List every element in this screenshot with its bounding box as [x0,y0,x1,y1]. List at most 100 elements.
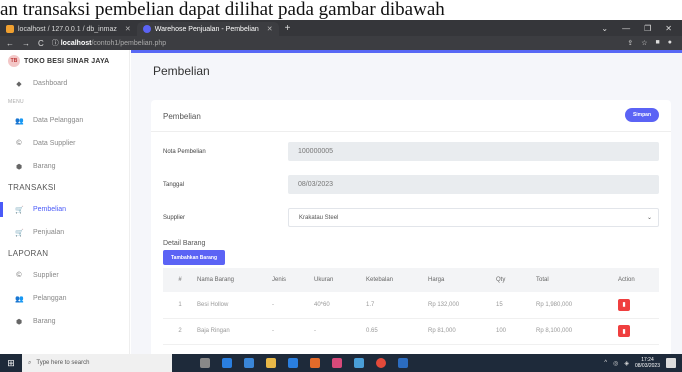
table-cell: Rp 132,000 [424,292,492,319]
dashboard-icon: ◆ [16,80,22,88]
store-icon[interactable] [244,358,254,368]
clock[interactable]: 17:24 08/03/2023 [635,357,660,369]
sidebar-item-penjualan[interactable]: 🛒 Penjualan [0,221,129,244]
table-header-row: # Nama Barang Jenis Ukuran Ketebalan Har… [163,268,659,292]
sidebar-item-pembelian[interactable]: 🛒 Pembelian [0,198,129,221]
phpmyadmin-icon [6,25,14,33]
tanggal-field[interactable]: 08/03/2023 [288,175,659,194]
forward-icon[interactable]: → [22,39,30,48]
browser-tab-2[interactable]: Warehose Penjualan - Pembelian ✕ [136,22,279,36]
sidebar-item-dashboard[interactable]: ◆ Dashboard [0,72,129,95]
table-cell: ▮ [614,318,659,345]
site-icon [142,25,151,33]
sidebar-item-label: Penjualan [33,229,65,236]
sidebar-item-barang[interactable]: ⬢ Barang [0,155,129,178]
sidebar-item-data-supplier[interactable]: © Data Supplier [0,132,129,155]
reload-icon[interactable]: C [38,39,44,48]
box-icon: ⬢ [15,163,23,171]
users-icon: 👥 [15,295,24,303]
detail-barang-label: Detail Barang [163,240,206,247]
taskbar-search[interactable]: ⌕ Type here to search [22,354,172,372]
app-icon[interactable] [310,358,320,368]
edge-icon[interactable] [222,358,232,368]
taskbar: ⊞ ⌕ Type here to search ^ ◎ ◈ 17:24 08/0… [0,354,682,372]
chevron-up-icon[interactable]: ^ [604,360,607,366]
table-cell: Besi Hollow [193,292,268,319]
items-table: # Nama Barang Jenis Ukuran Ketebalan Har… [163,268,659,345]
col-header: Nama Barang [193,268,268,292]
sidebar: TB TOKO BESI SINAR JAYA ◆ Dashboard MENU… [0,50,130,354]
main-content: Pembelian Pembelian Simpan Nota Pembelia… [131,50,682,360]
table-cell: - [310,318,362,345]
address-icons: ⇪ ☆ ■ ● [627,39,682,47]
info-icon: ⓘ [51,40,61,47]
browser-tab-1[interactable]: localhost / 127.0.0.1 / db_inmaz ✕ [0,22,137,36]
mail-icon[interactable] [288,358,298,368]
sidebar-item-laporan-supplier[interactable]: © Supplier [0,264,129,287]
save-button[interactable]: Simpan [624,108,659,122]
sidebar-item-label: Barang [33,318,56,325]
supplier-selected: Krakatau Steel [299,214,339,221]
chevron-down-icon: ⌄ [646,215,652,221]
table-cell: 15 [492,292,532,319]
share-icon[interactable]: ⇪ [627,39,633,47]
add-item-button[interactable]: Tambahkan Barang [163,250,226,265]
app-icon[interactable] [354,358,364,368]
windows-start-icon[interactable]: ⊞ [0,354,22,372]
file-explorer-icon[interactable] [266,358,276,368]
table-cell: 40*60 [310,292,362,319]
maximize-icon[interactable]: ❐ [644,24,651,33]
sidebar-item-label: Data Supplier [33,140,76,147]
delete-button[interactable]: ▮ [618,325,630,337]
table-cell: 1.7 [362,292,424,319]
sidebar-item-laporan-barang[interactable]: ⬢ Barang [0,310,129,333]
brand[interactable]: TB TOKO BESI SINAR JAYA [0,50,129,72]
star-icon[interactable]: ☆ [641,39,647,47]
window-controls: ⌄ — ❐ ✕ [601,20,682,36]
url-field[interactable]: ⓘ localhost/contoh1/pembelian.php [52,38,166,48]
sidepanel-icon[interactable]: ■ [656,39,660,47]
section-heading-laporan: LAPORAN [8,249,49,258]
nota-row: Nota Pembelian 100000005 [163,142,659,161]
table-row: 1 Besi Hollow - 40*60 1.7 Rp 132,000 15 … [163,292,659,319]
sidebar-item-label: Barang [33,163,56,170]
app-icon[interactable] [332,358,342,368]
system-tray: ^ ◎ ◈ 17:24 08/03/2023 [604,357,682,369]
sidebar-item-label: Pembelian [33,206,67,213]
sidebar-item-label: Data Pelanggan [33,117,84,124]
delete-button[interactable]: ▮ [618,298,630,311]
network-icon[interactable]: ◎ [613,360,618,367]
task-view-icon[interactable] [200,358,210,368]
minimize-icon[interactable]: — [622,24,630,33]
word-icon[interactable] [398,358,408,368]
col-header: Ketebalan [362,268,424,292]
sidebar-item-laporan-pelanggan[interactable]: 👥 Pelanggan [0,287,129,310]
nota-field[interactable]: 100000005 [288,142,659,161]
table-cell: - [268,292,310,319]
table-cell: Baja Ringan [193,318,268,345]
back-icon[interactable]: ← [6,39,14,48]
col-header: Action [614,268,659,292]
close-icon[interactable]: ✕ [267,25,273,33]
notification-icon[interactable] [666,358,676,368]
close-icon[interactable]: ✕ [125,25,131,33]
supplier-label: Supplier [163,214,186,221]
top-accent-bar [131,50,682,53]
document-caption: an transaksi pembelian dapat dilihat pad… [0,0,682,20]
new-tab-button[interactable]: + [285,22,291,36]
chevron-down-icon[interactable]: ⌄ [601,24,608,33]
sidebar-item-data-pelanggan[interactable]: 👥 Data Pelanggan [0,109,129,132]
table-cell: 0.65 [362,318,424,345]
volume-icon[interactable]: ◈ [624,360,629,367]
tab-label: Warehose Penjualan - Pembelian [154,25,259,33]
table-cell: - [268,318,310,345]
supplier-select[interactable]: Krakatau Steel ⌄ [288,208,659,227]
tab-label: localhost / 127.0.0.1 / db_inmaz [18,25,117,33]
chrome-icon[interactable] [376,358,386,368]
close-window-icon[interactable]: ✕ [665,24,672,33]
col-header: Ukuran [310,268,362,292]
purchase-form-card: Pembelian Simpan Nota Pembelian 10000000… [151,100,671,360]
profile-icon[interactable]: ● [668,39,672,47]
search-placeholder: Type here to search [36,360,90,366]
col-header: Jenis [268,268,310,292]
